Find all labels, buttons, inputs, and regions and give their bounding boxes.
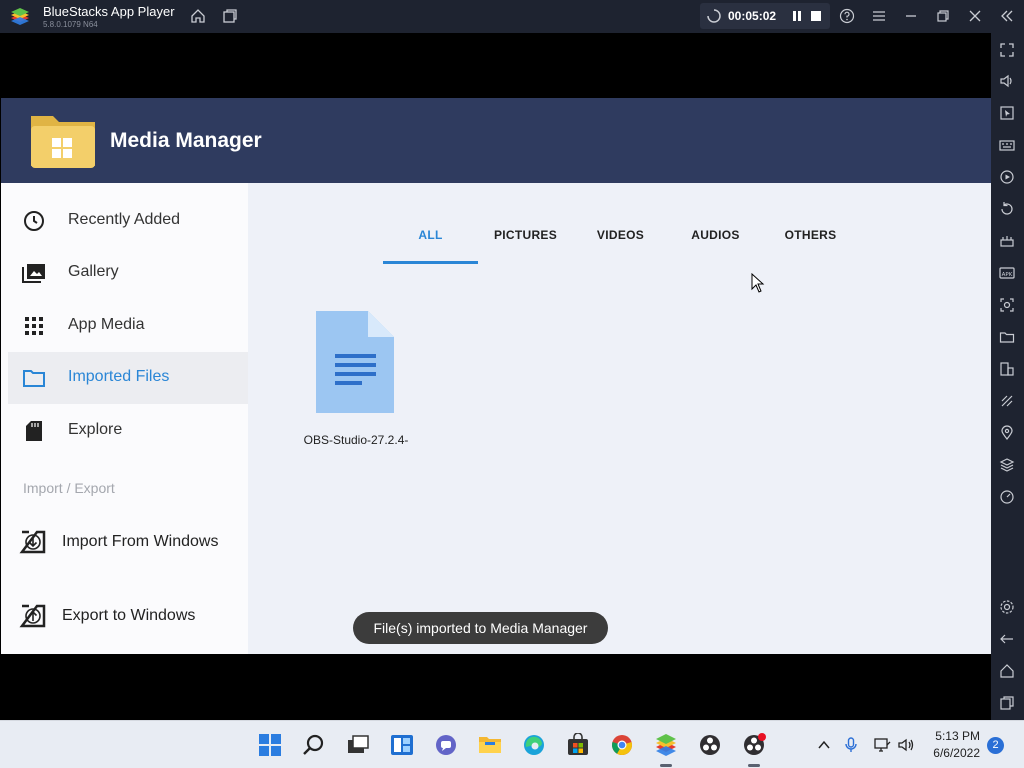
document-icon (316, 311, 394, 413)
help-icon[interactable] (837, 6, 857, 26)
media-folder-icon[interactable] (997, 327, 1017, 347)
export-to-windows-label: Export to Windows (62, 607, 196, 624)
sidebar-item-app-media[interactable]: App Media (8, 300, 248, 352)
gallery-icon (22, 261, 46, 285)
bluestacks-side-toolbar: APK (991, 33, 1024, 720)
import-from-windows-button[interactable]: Import From Windows (19, 522, 248, 562)
settings-gear-icon[interactable] (997, 597, 1017, 617)
media-manager-folder-icon (31, 116, 95, 168)
collapse-sidebar-icon[interactable] (997, 6, 1017, 26)
android-home-icon[interactable] (997, 661, 1017, 681)
export-to-windows-button[interactable]: Export to Windows (19, 596, 248, 636)
folder-icon (22, 366, 46, 390)
sidebar-item-explore[interactable]: Explore (8, 405, 248, 457)
performance-icon[interactable] (997, 231, 1017, 251)
sidebar: Recently Added Gallery App Media Importe… (1, 183, 248, 654)
tab-all[interactable]: ALL (383, 218, 478, 264)
pointer-icon[interactable] (997, 103, 1017, 123)
app-title: Media Manager (110, 129, 262, 152)
export-icon (19, 604, 46, 628)
multi-instance-side-icon[interactable] (997, 359, 1017, 379)
clock-icon (22, 209, 46, 233)
recent-apps-icon[interactable] (997, 693, 1017, 713)
media-manager-screen: Media Manager Recently Added Gallery App… (1, 98, 991, 654)
menu-icon[interactable] (869, 6, 889, 26)
close-icon[interactable] (965, 6, 985, 26)
fullscreen-icon[interactable] (997, 40, 1017, 60)
windows-start-icon[interactable] (256, 731, 284, 759)
back-arrow-icon[interactable] (997, 629, 1017, 649)
macro-icon[interactable] (997, 167, 1017, 187)
recording-time: 00:05:02 (728, 9, 777, 23)
sidebar-item-recently-added[interactable]: Recently Added (8, 195, 248, 247)
speaker-icon[interactable] (893, 731, 921, 759)
title-bar: BlueStacks App Player 5.8.0.1079 N64 00:… (0, 0, 1024, 33)
window-title: BlueStacks App Player (43, 4, 175, 19)
app-header: Media Manager (1, 98, 991, 183)
widgets-icon[interactable] (388, 731, 416, 759)
tab-videos[interactable]: VIDEOS (573, 218, 668, 264)
sidebar-item-label: App Media (68, 316, 145, 333)
grid-icon (22, 314, 46, 338)
bluestacks-window: BlueStacks App Player 5.8.0.1079 N64 00:… (0, 0, 1024, 768)
taskbar-time[interactable]: 5:13 PM (930, 729, 980, 743)
taskbar-date[interactable]: 6/6/2022 (920, 746, 980, 760)
eco-mode-icon[interactable] (997, 391, 1017, 411)
svg-text:APK: APK (1002, 272, 1013, 278)
rotate-icon[interactable] (997, 199, 1017, 219)
tab-audios[interactable]: AUDIOS (668, 218, 763, 264)
window-version: 5.8.0.1079 N64 (43, 20, 98, 29)
speed-icon[interactable] (997, 487, 1017, 507)
chrome-browser-icon[interactable] (608, 731, 636, 759)
sidebar-item-label: Gallery (68, 263, 119, 280)
network-icon[interactable] (868, 731, 896, 759)
notification-badge[interactable]: 2 (987, 737, 1004, 754)
sidebar-item-label: Recently Added (68, 211, 181, 228)
restore-icon[interactable] (933, 6, 953, 26)
toast-message: File(s) imported to Media Manager (353, 612, 608, 644)
multi-instance-icon[interactable] (220, 6, 240, 26)
import-from-windows-label: Import From Windows (62, 533, 219, 550)
location-icon[interactable] (997, 423, 1017, 443)
teams-chat-icon[interactable] (432, 731, 460, 759)
microsoft-store-icon[interactable] (564, 731, 592, 759)
stop-icon[interactable] (811, 11, 821, 21)
import-icon (19, 530, 46, 554)
file-name: OBS-Studio-27.2.4- (303, 433, 409, 447)
recording-panel: 00:05:02 (700, 3, 830, 29)
file-item[interactable]: OBS-Studio-27.2.4- (301, 311, 411, 451)
search-icon[interactable] (300, 731, 328, 759)
bluestacks-logo-icon (11, 8, 29, 25)
mouse-cursor-icon (751, 273, 765, 293)
obs-studio-icon[interactable] (696, 731, 724, 759)
home-icon[interactable] (188, 6, 208, 26)
edge-browser-icon[interactable] (520, 731, 548, 759)
tab-pictures[interactable]: PICTURES (478, 218, 573, 264)
windows-taskbar: 5:13 PM 6/6/2022 2 (0, 720, 1024, 768)
recording-spinner-icon (707, 9, 721, 23)
sidebar-item-label: Explore (68, 421, 123, 438)
tab-others[interactable]: OTHERS (763, 218, 858, 264)
sidebar-item-imported-files[interactable]: Imported Files (8, 352, 248, 404)
task-view-icon[interactable] (344, 731, 372, 759)
layers-icon[interactable] (997, 455, 1017, 475)
sd-card-icon (22, 419, 46, 443)
import-export-section-label: Import / Export (23, 480, 115, 496)
screenshot-icon[interactable] (997, 295, 1017, 315)
volume-icon[interactable] (997, 71, 1017, 91)
apk-install-icon[interactable]: APK (997, 263, 1017, 283)
minimize-icon[interactable] (901, 6, 921, 26)
keyboard-icon[interactable] (997, 135, 1017, 155)
file-explorer-icon[interactable] (476, 731, 504, 759)
obs-studio-recording-icon[interactable] (740, 731, 768, 767)
bluestacks-taskbar-icon[interactable] (652, 731, 680, 767)
file-type-tabs: ALL PICTURES VIDEOS AUDIOS OTHERS (383, 208, 853, 264)
microphone-icon[interactable] (837, 731, 865, 759)
chevron-up-icon[interactable] (810, 731, 838, 759)
sidebar-item-gallery[interactable]: Gallery (8, 247, 248, 299)
pause-icon[interactable] (792, 11, 802, 21)
sidebar-item-label: Imported Files (68, 368, 170, 385)
